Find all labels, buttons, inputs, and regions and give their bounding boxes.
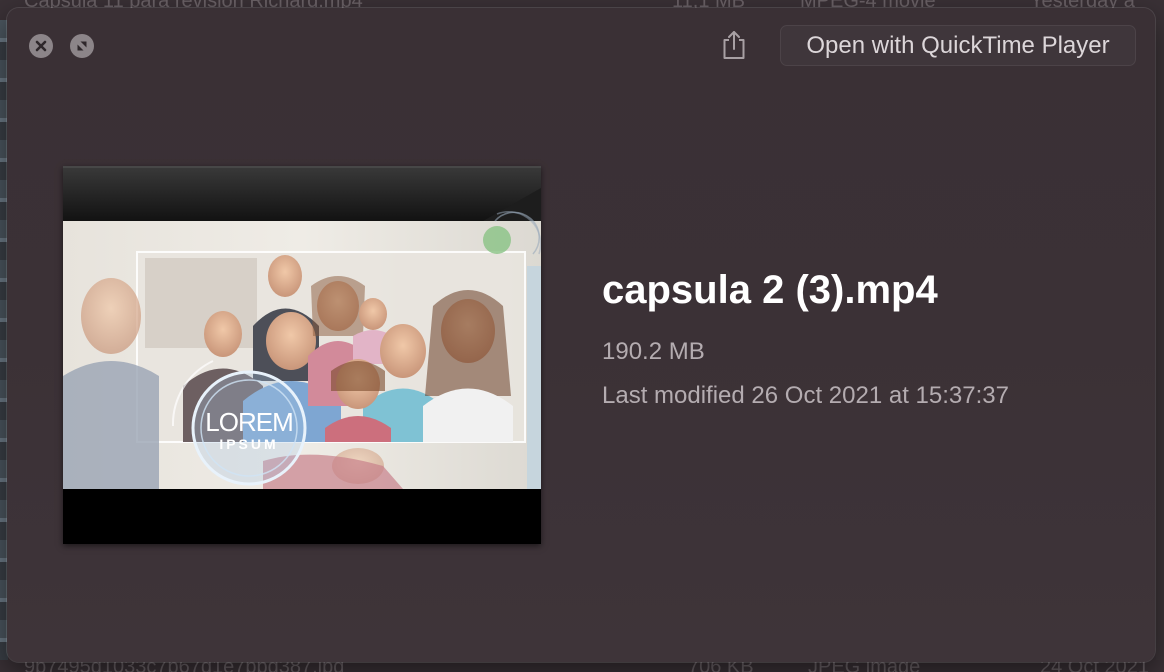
overlay-subtitle: IPSUM	[219, 436, 278, 452]
share-icon	[723, 31, 745, 59]
fullscreen-button[interactable]	[70, 34, 94, 58]
share-button[interactable]	[717, 28, 751, 62]
close-icon	[35, 40, 47, 52]
overlay-title: LOREM	[205, 407, 292, 437]
file-size: 190.2 MB	[602, 338, 705, 365]
fullscreen-icon	[77, 41, 87, 51]
open-with-quicktime-button[interactable]: Open with QuickTime Player	[780, 25, 1136, 66]
close-button[interactable]	[29, 34, 53, 58]
file-modified-date: Last modified 26 Oct 2021 at 15:37:37	[602, 382, 1009, 409]
finder-date-strip	[1156, 20, 1164, 660]
quick-look-window: Open with QuickTime Player LOREM IPSUM c…	[7, 8, 1155, 662]
file-name: capsula 2 (3).mp4	[602, 268, 938, 312]
video-preview[interactable]: LOREM IPSUM	[63, 166, 541, 544]
video-thumbnail: LOREM IPSUM	[63, 166, 541, 544]
